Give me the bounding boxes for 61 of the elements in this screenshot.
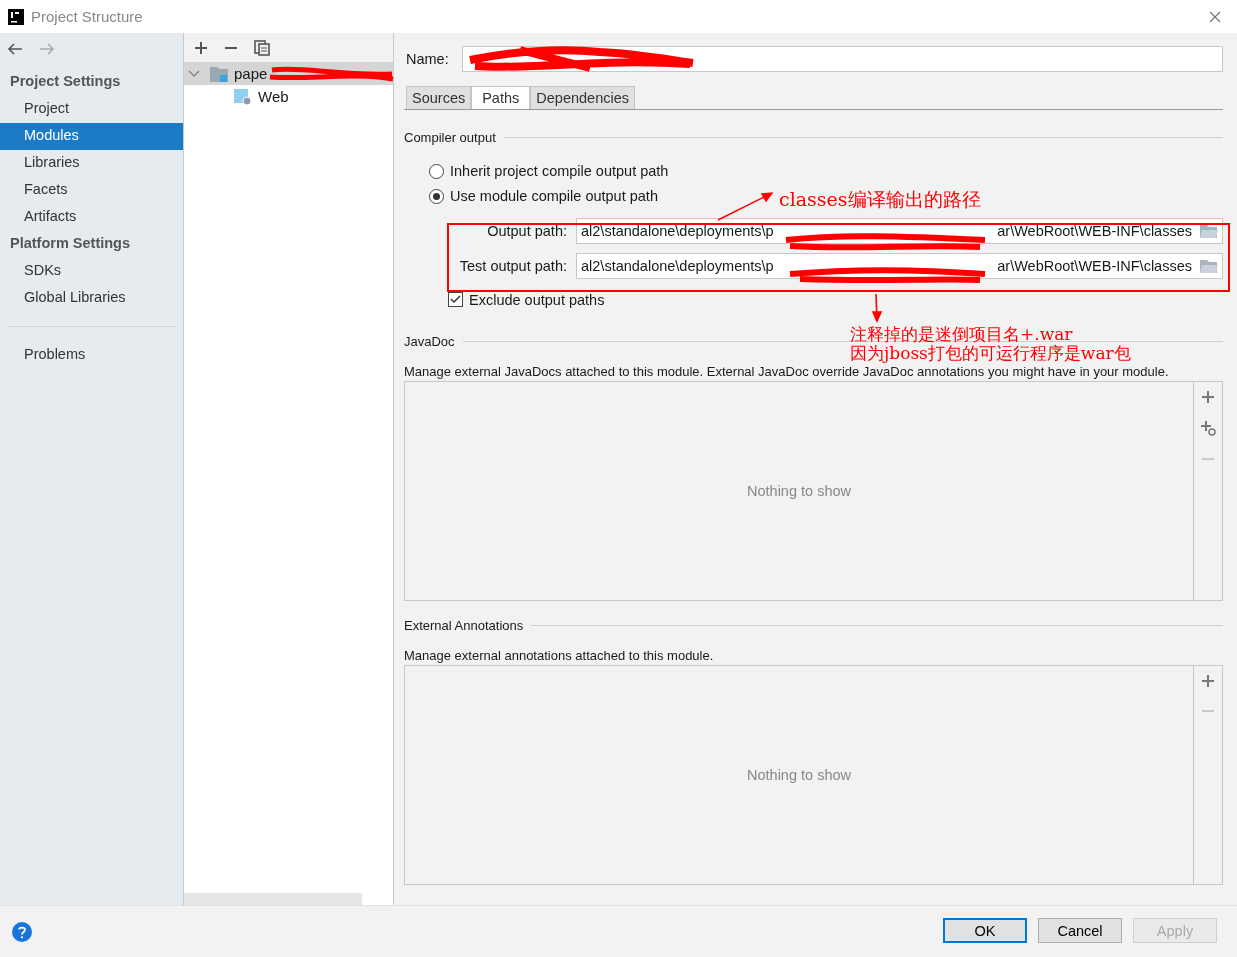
empty-message: Nothing to show [746,767,852,783]
sidebar-item[interactable]: Libraries [0,150,183,177]
checkmark-icon [450,295,461,305]
tree-item-label: Web [258,88,289,105]
add-link-icon[interactable] [1200,420,1216,436]
section-heading: Platform Settings [9,234,132,253]
empty-message: Nothing to show [746,483,852,499]
add-icon[interactable] [1201,390,1215,404]
sidebar-item[interactable]: SDKs [0,258,183,285]
path-text: ar\WebRoot\WEB-INF\classes [997,258,1192,275]
annotation-text: classes编译输出的路径 [779,189,981,209]
web-facet-icon [234,88,252,105]
section-heading: Project Settings [9,72,122,91]
add-icon[interactable] [1201,674,1215,688]
radio-button[interactable] [429,163,444,179]
folder-icon[interactable] [1200,259,1218,274]
sidebar-item[interactable]: Global Libraries [0,285,183,312]
sidebar-item[interactable]: Facets [0,177,183,204]
option-label: Use module compile output path [450,188,658,204]
window-title: Project Structure [31,8,144,25]
app-logo-icon [8,8,24,25]
tab[interactable]: Sources [406,86,472,109]
option-label: Inherit project compile output path [450,163,669,180]
chevron-icon[interactable] [188,69,200,78]
dialog-button[interactable]: OK [943,918,1027,943]
path-field[interactable]: al2\standalone\deployments\p ar\WebRoot\WEB-INF\classes [576,253,1223,280]
help-icon[interactable] [12,921,32,942]
dialog-button[interactable]: Cancel [1038,918,1122,943]
path-text: al2\standalone\deployments\p [581,223,774,240]
copy-icon[interactable] [254,39,270,56]
close-icon[interactable] [1209,10,1221,23]
field-label: Test output path: [458,258,567,275]
sidebar-item[interactable]: Project [0,96,183,123]
path-text: ar\WebRoot\WEB-INF\classes [997,223,1192,240]
tab[interactable]: Paths [471,86,531,109]
annotation-text: 因为jboss打包的可运行程序是war包 [850,343,1131,363]
sidebar-item[interactable]: Problems [0,342,183,369]
back-arrow-icon[interactable] [7,43,23,55]
annotation-arrow [717,192,774,221]
checkbox[interactable] [448,292,463,308]
add-icon[interactable] [194,40,208,55]
sidebar-item[interactable]: Modules [0,123,183,150]
module-folder-icon [210,65,228,82]
path-text: al2\standalone\deployments\p [581,258,774,275]
tree-item-label: pape [234,65,268,82]
annotation-text: 注释掉的是迷倒项目名+.war [850,324,1073,344]
field-label: Name: [405,51,449,67]
group-title: Compiler output [404,130,496,145]
group-title: External Annotations [404,618,524,633]
annotation-arrow [872,293,882,323]
folder-icon[interactable] [1200,224,1218,239]
description-text: Manage external JavaDocs attached to this module. External JavaDoc override JavaDoc annotations you might have in your module. [404,364,1170,379]
field-label: Output path: [486,223,567,240]
group-title: JavaDoc [404,334,455,349]
radio-button[interactable] [429,188,444,204]
tree-item[interactable]: Web [184,85,393,108]
scrollbar[interactable] [184,893,362,905]
tab[interactable]: Dependencies [530,86,635,109]
description-text: Manage external annotations attached to this module. [404,648,715,663]
checkbox-label: Exclude output paths [469,291,605,308]
sidebar-item[interactable]: Artifacts [0,204,183,231]
